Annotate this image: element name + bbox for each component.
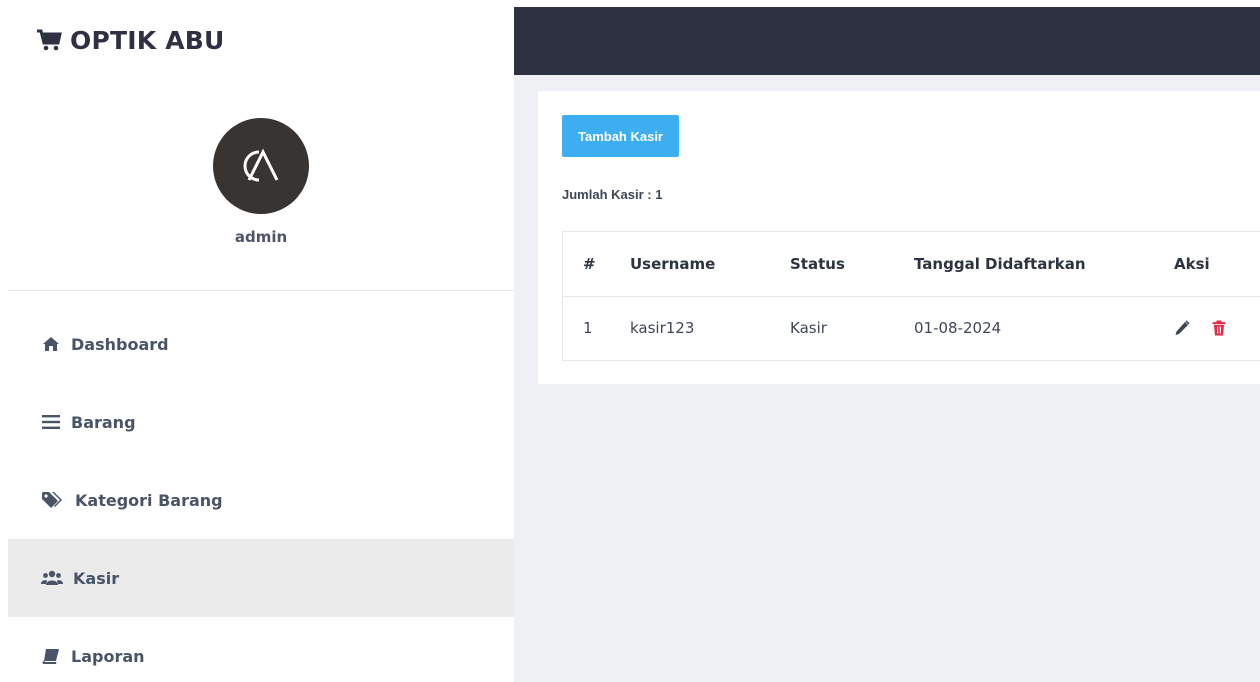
column-header-date: Tanggal Didaftarkan	[914, 254, 1086, 273]
sidebar-item-laporan[interactable]: Laporan	[8, 617, 514, 682]
sidebar-item-label: Kasir	[73, 568, 120, 588]
sidebar-item-kasir[interactable]: Kasir	[8, 539, 514, 617]
oa-logo-icon	[243, 148, 279, 182]
cell-actions	[1174, 296, 1260, 360]
sidebar-item-label: Laporan	[71, 646, 145, 666]
add-kasir-button[interactable]: Tambah Kasir	[562, 115, 679, 157]
edit-pencil-icon[interactable]	[1174, 320, 1190, 336]
sidebar-nav: Dashboard Barang Kategori Barang Kasir L…	[8, 305, 514, 682]
sidebar-item-kategori-barang[interactable]: Kategori Barang	[8, 461, 514, 539]
main-content: Tambah Kasir Jumlah Kasir : 1 # Username…	[514, 7, 1260, 682]
user-profile: admin	[8, 90, 514, 246]
cell-status: Kasir	[790, 319, 827, 338]
column-header-number: #	[583, 254, 596, 273]
kasir-count: Jumlah Kasir : 1	[562, 187, 663, 202]
tags-icon	[41, 491, 65, 509]
list-icon	[41, 413, 61, 431]
users-icon	[41, 569, 63, 587]
cell-date: 01-08-2024	[914, 319, 1002, 338]
brand[interactable]: OPTIK ABU	[36, 22, 225, 58]
column-header-username: Username	[630, 254, 716, 273]
book-icon	[41, 647, 61, 665]
top-navbar	[514, 7, 1260, 75]
delete-trash-icon[interactable]	[1212, 320, 1228, 336]
sidebar-item-label: Barang	[71, 412, 136, 432]
cell-number: 1	[583, 319, 593, 338]
sidebar: OPTIK ABU admin Dashboard Barang Kategor…	[0, 0, 514, 682]
shopping-cart-icon	[36, 28, 62, 52]
sidebar-item-label: Dashboard	[71, 334, 169, 354]
brand-name: OPTIK ABU	[70, 25, 225, 55]
avatar	[213, 118, 309, 214]
sidebar-divider	[8, 290, 514, 291]
kasir-card: Tambah Kasir Jumlah Kasir : 1 # Username…	[538, 91, 1260, 384]
home-icon	[41, 335, 61, 353]
column-header-actions: Aksi	[1174, 254, 1210, 273]
sidebar-item-barang[interactable]: Barang	[8, 383, 514, 461]
kasir-table: # Username Status Tanggal Didaftarkan Ak…	[562, 231, 1260, 361]
sidebar-item-dashboard[interactable]: Dashboard	[8, 305, 514, 383]
table-header-row: # Username Status Tanggal Didaftarkan Ak…	[563, 232, 1260, 296]
sidebar-item-label: Kategori Barang	[75, 490, 223, 510]
column-header-status: Status	[790, 254, 845, 273]
cell-username: kasir123	[630, 319, 695, 338]
table-row: 1 kasir123 Kasir 01-08-2024	[563, 296, 1260, 360]
profile-username: admin	[234, 228, 288, 246]
